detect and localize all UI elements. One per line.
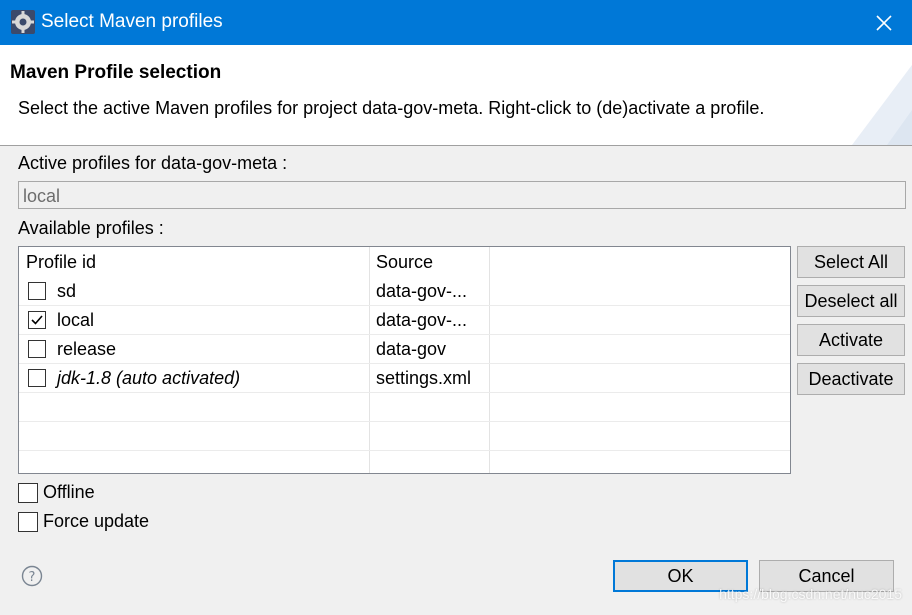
row-divider [19, 450, 790, 451]
header-description: Select the active Maven profiles for pro… [18, 98, 765, 118]
profile-checkbox-sd[interactable] [28, 282, 46, 300]
profile-checkbox-jdk[interactable] [28, 369, 46, 387]
select-all-button[interactable]: Select All [797, 246, 905, 278]
profiles-table[interactable]: Profile id Source sd data-gov-... local … [18, 246, 791, 474]
table-row[interactable]: sd data-gov-... [19, 277, 790, 306]
force-update-checkbox[interactable] [18, 512, 38, 532]
table-row[interactable]: jdk-1.8 (auto activated) settings.xml [19, 364, 790, 393]
active-profiles-label: Active profiles for data-gov-meta : [18, 153, 288, 173]
profile-source: data-gov [376, 339, 447, 359]
profile-source: data-gov-... [376, 281, 468, 301]
profile-checkbox-local[interactable] [28, 311, 46, 329]
help-icon[interactable]: ? [21, 565, 43, 587]
activate-button[interactable]: Activate [797, 324, 905, 356]
available-profiles-label: Available profiles : [18, 218, 164, 238]
offline-checkbox[interactable] [18, 483, 38, 503]
svg-text:?: ? [29, 570, 36, 585]
checkmark-icon [31, 315, 43, 325]
deselect-all-button[interactable]: Deselect all [797, 285, 905, 317]
dialog-header: Maven Profile selection Select the activ… [0, 45, 912, 146]
profile-id: release [57, 339, 117, 359]
force-update-label[interactable]: Force update [43, 511, 149, 532]
active-profiles-field: local [18, 181, 906, 209]
window-title: Select Maven profiles [41, 11, 223, 32]
row-divider [19, 421, 790, 422]
column-header-profile-id[interactable]: Profile id [26, 252, 96, 273]
profile-id: sd [57, 281, 77, 301]
profile-source: data-gov-... [376, 310, 468, 330]
watermark-text: https://blog.csdn.net/nuc2015 [719, 586, 902, 602]
deactivate-button[interactable]: Deactivate [797, 363, 905, 395]
profile-checkbox-release[interactable] [28, 340, 46, 358]
table-row[interactable]: release data-gov [19, 335, 790, 364]
profile-id: local [57, 310, 95, 330]
eclipse-gear-icon [11, 10, 35, 34]
title-bar: Select Maven profiles [0, 0, 912, 45]
column-header-source[interactable]: Source [376, 252, 433, 273]
header-banner-graphic [852, 65, 912, 145]
close-icon [876, 14, 892, 31]
profile-id: jdk-1.8 (auto activated) [57, 368, 241, 388]
offline-label[interactable]: Offline [43, 482, 95, 503]
profile-source: settings.xml [376, 368, 472, 388]
close-button[interactable] [856, 0, 912, 45]
header-title: Maven Profile selection [10, 62, 222, 83]
table-row[interactable]: local data-gov-... [19, 306, 790, 335]
